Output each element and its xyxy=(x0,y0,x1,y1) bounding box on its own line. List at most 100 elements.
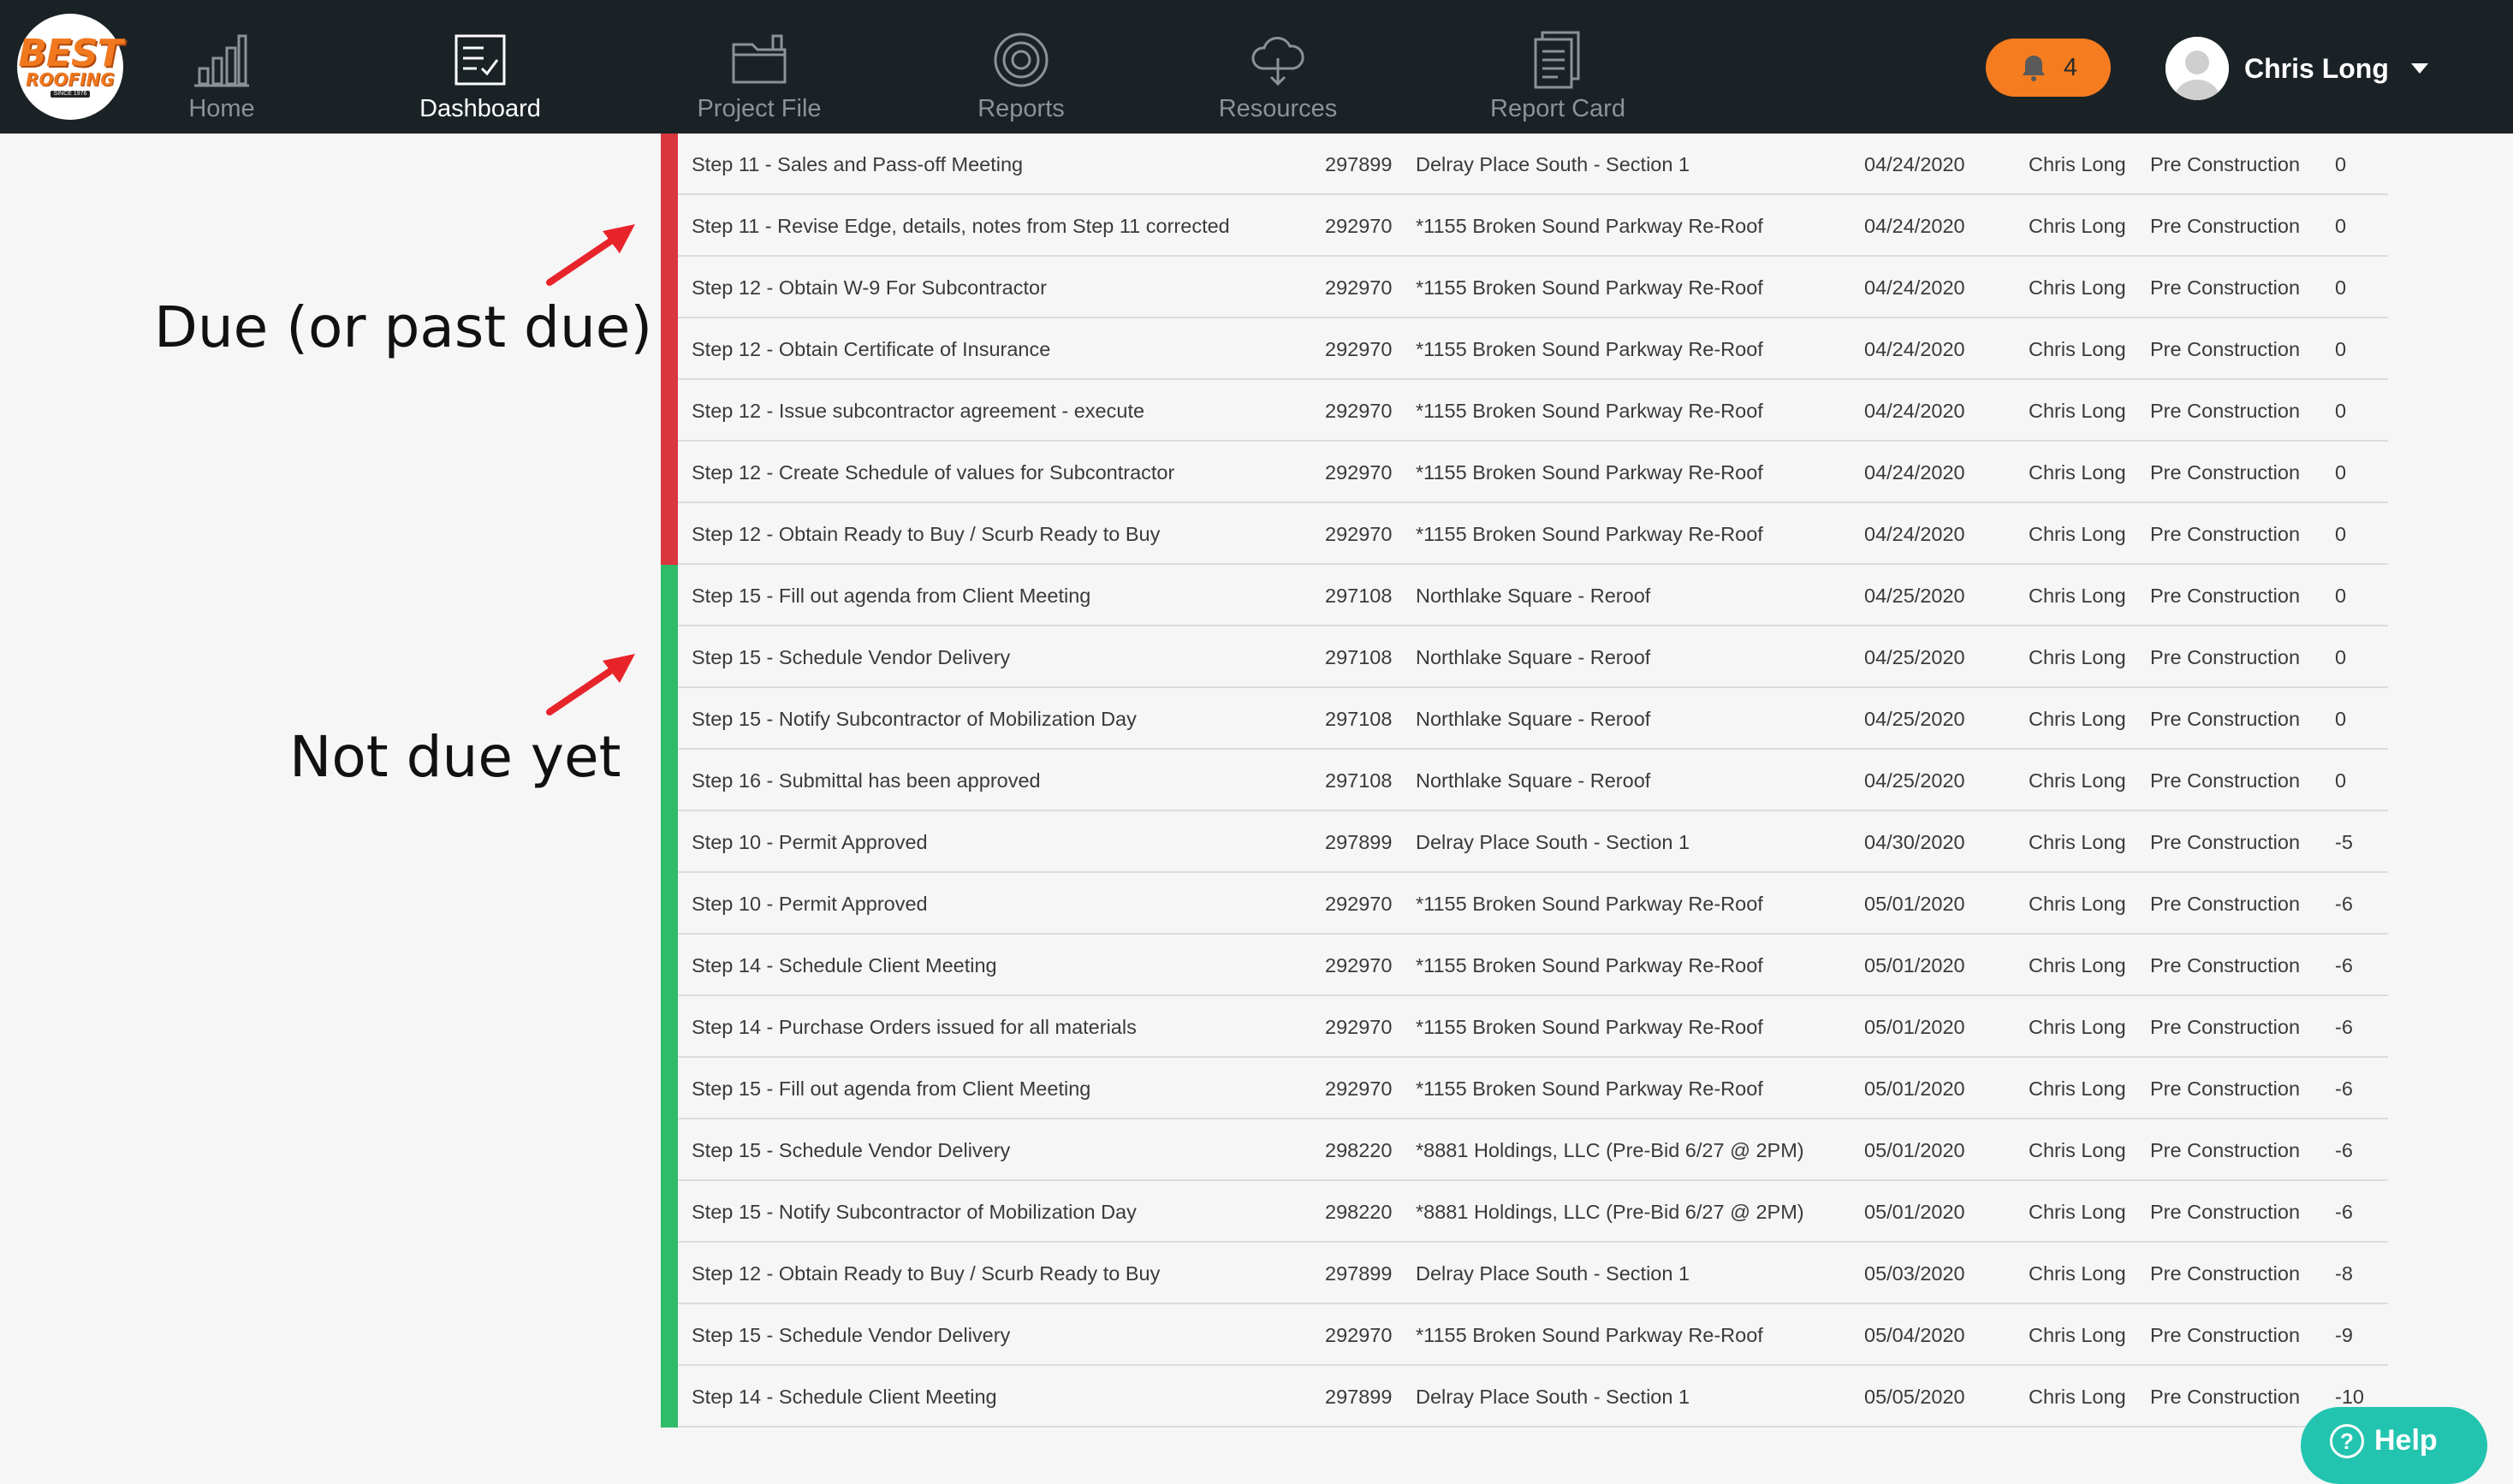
days-overdue: 0 xyxy=(2335,215,2347,237)
nav-item-home[interactable]: Home xyxy=(171,0,272,134)
job-number: 297899 xyxy=(1325,1262,1393,1285)
table-row[interactable]: Step 14 - Schedule Client Meeting 292970 *… xyxy=(661,935,2388,996)
days-overdue: 0 xyxy=(2335,276,2347,299)
table-row[interactable]: Step 12 - Issue subcontractor agreement … xyxy=(661,380,2388,442)
job-number: 292970 xyxy=(1325,276,1393,299)
project-name: *1155 Broken Sound Parkway Re-Roof xyxy=(1416,523,1763,545)
nav-item-reports[interactable]: Reports xyxy=(967,0,1075,134)
days-overdue: -6 xyxy=(2335,893,2353,915)
due-date: 05/01/2020 xyxy=(1864,1077,1965,1100)
nav-item-resources[interactable]: Resources xyxy=(1214,0,1342,134)
due-date: 04/25/2020 xyxy=(1864,708,1965,730)
status-bar-not-due xyxy=(661,626,678,688)
status-bar-not-due xyxy=(661,1181,678,1243)
table-row[interactable]: Step 15 - Fill out agenda from Client Me… xyxy=(661,565,2388,626)
days-overdue: 0 xyxy=(2335,523,2347,545)
table-row[interactable]: Step 10 - Permit Approved 292970 *1155 Bro… xyxy=(661,873,2388,935)
days-overdue: 0 xyxy=(2335,769,2347,792)
job-number: 297108 xyxy=(1325,708,1393,730)
bell-icon xyxy=(2022,56,2045,81)
assigned-user: Chris Long xyxy=(2029,523,2126,545)
status-bar-not-due xyxy=(661,873,678,935)
red-arrow-icon xyxy=(546,654,635,715)
project-name: Delray Place South - Section 1 xyxy=(1416,1262,1690,1285)
chevron-down-icon[interactable] xyxy=(2410,63,2428,74)
task-name: Step 15 - Schedule Vendor Delivery xyxy=(692,646,1011,668)
days-overdue: 0 xyxy=(2335,461,2347,484)
table-row[interactable]: Step 11 - Sales and Pass-off Meeting 2978… xyxy=(661,134,2388,195)
project-name: *1155 Broken Sound Parkway Re-Roof xyxy=(1416,276,1763,299)
days-overdue: -6 xyxy=(2335,1077,2353,1100)
task-name: Step 15 - Notify Subcontractor of Mobili… xyxy=(692,1201,1137,1223)
due-date: 04/24/2020 xyxy=(1864,461,1965,484)
table-row[interactable]: Step 15 - Notify Subcontractor of Mobili… xyxy=(661,688,2388,750)
job-number: 297108 xyxy=(1325,646,1393,668)
assigned-user: Chris Long xyxy=(2029,1077,2126,1100)
assigned-user: Chris Long xyxy=(2029,954,2126,976)
days-overdue: 0 xyxy=(2335,585,2347,607)
project-stage: Pre Construction xyxy=(2150,523,2301,545)
folder-icon xyxy=(732,34,787,84)
red-arrow-icon xyxy=(546,224,635,286)
days-overdue: -6 xyxy=(2335,1139,2353,1161)
nav-item-report-card[interactable]: Report Card xyxy=(1481,0,1635,134)
project-name: Delray Place South - Section 1 xyxy=(1416,1386,1690,1408)
assigned-user: Chris Long xyxy=(2029,153,2126,175)
assigned-user: Chris Long xyxy=(2029,585,2126,607)
logo-since-text: SINCE 1976 xyxy=(50,90,91,98)
table-row[interactable]: Step 15 - Notify Subcontractor of Mobili… xyxy=(661,1181,2388,1243)
task-name: Step 12 - Obtain Ready to Buy / Scurb Re… xyxy=(692,523,1161,545)
status-bar-due xyxy=(661,503,678,565)
notifications-button[interactable]: 4 xyxy=(1986,39,2111,97)
due-date: 04/24/2020 xyxy=(1864,338,1965,360)
assigned-user: Chris Long xyxy=(2029,831,2126,853)
table-row[interactable]: Step 11 - Revise Edge, details, notes fr… xyxy=(661,195,2388,257)
nav-item-dashboard[interactable]: Dashboard xyxy=(416,0,544,134)
project-stage: Pre Construction xyxy=(2150,276,2301,299)
due-date: 05/01/2020 xyxy=(1864,1139,1965,1161)
table-row[interactable]: Step 15 - Schedule Vendor Delivery 292970… xyxy=(661,1304,2388,1366)
job-number: 298220 xyxy=(1325,1201,1393,1223)
project-stage: Pre Construction xyxy=(2150,646,2301,668)
due-date: 04/24/2020 xyxy=(1864,400,1965,422)
project-stage: Pre Construction xyxy=(2150,1016,2301,1038)
assigned-user: Chris Long xyxy=(2029,1139,2126,1161)
table-row[interactable]: Step 15 - Fill out agenda from Client Me… xyxy=(661,1058,2388,1119)
assigned-user: Chris Long xyxy=(2029,1324,2126,1346)
top-nav-bar: BEST ROOFING SINCE 1976 Home Dashboard P… xyxy=(0,0,2513,134)
table-row[interactable]: Step 12 - Obtain Ready to Buy / Scurb Re… xyxy=(661,1243,2388,1304)
task-name: Step 15 - Notify Subcontractor of Mobili… xyxy=(692,708,1137,730)
table-row[interactable]: Step 16 - Submittal has been approved 297… xyxy=(661,750,2388,811)
user-menu[interactable]: Chris Long xyxy=(2165,34,2428,103)
nav-label-dashboard: Dashboard xyxy=(419,95,541,122)
status-bar-not-due xyxy=(661,935,678,996)
table-row[interactable]: Step 10 - Permit Approved 297899 Delray Pl… xyxy=(661,811,2388,873)
logo-text-top: BEST xyxy=(18,31,122,75)
status-bar-due xyxy=(661,442,678,503)
help-button[interactable]: ? Help xyxy=(2301,1407,2487,1484)
table-row[interactable]: Step 14 - Schedule Client Meeting 297899 D… xyxy=(661,1366,2388,1428)
table-row[interactable]: Step 12 - Obtain Certificate of Insuranc… xyxy=(661,318,2388,380)
table-row[interactable]: Step 12 - Obtain Ready to Buy / Scurb Re… xyxy=(661,503,2388,565)
task-name: Step 12 - Obtain W-9 For Subcontractor xyxy=(692,276,1047,299)
task-name: Step 12 - Obtain Certificate of Insuranc… xyxy=(692,338,1051,360)
table-row[interactable]: Step 14 - Purchase Orders issued for all… xyxy=(661,996,2388,1058)
table-row[interactable]: Step 12 - Obtain W-9 For Subcontractor 29… xyxy=(661,257,2388,318)
company-logo[interactable]: BEST ROOFING SINCE 1976 xyxy=(17,14,123,120)
task-name: Step 15 - Schedule Vendor Delivery xyxy=(692,1324,1011,1346)
job-number: 292970 xyxy=(1325,1016,1393,1038)
document-icon xyxy=(1534,31,1580,89)
task-name: Step 14 - Purchase Orders issued for all… xyxy=(692,1016,1137,1038)
table-row[interactable]: Step 15 - Schedule Vendor Delivery 298220… xyxy=(661,1119,2388,1181)
task-name: Step 10 - Permit Approved xyxy=(692,831,928,853)
assigned-user: Chris Long xyxy=(2029,1262,2126,1285)
status-bar-not-due xyxy=(661,996,678,1058)
project-name: Northlake Square - Reroof xyxy=(1416,646,1651,668)
nav-item-project-file[interactable]: Project File xyxy=(695,0,823,134)
table-row[interactable]: Step 12 - Create Schedule of values for … xyxy=(661,442,2388,503)
project-name: Delray Place South - Section 1 xyxy=(1416,153,1690,175)
due-date: 05/01/2020 xyxy=(1864,954,1965,976)
annotation-not-due: Not due yet xyxy=(289,724,621,790)
table-row[interactable]: Step 15 - Schedule Vendor Delivery 297108… xyxy=(661,626,2388,688)
days-overdue: -9 xyxy=(2335,1324,2353,1346)
